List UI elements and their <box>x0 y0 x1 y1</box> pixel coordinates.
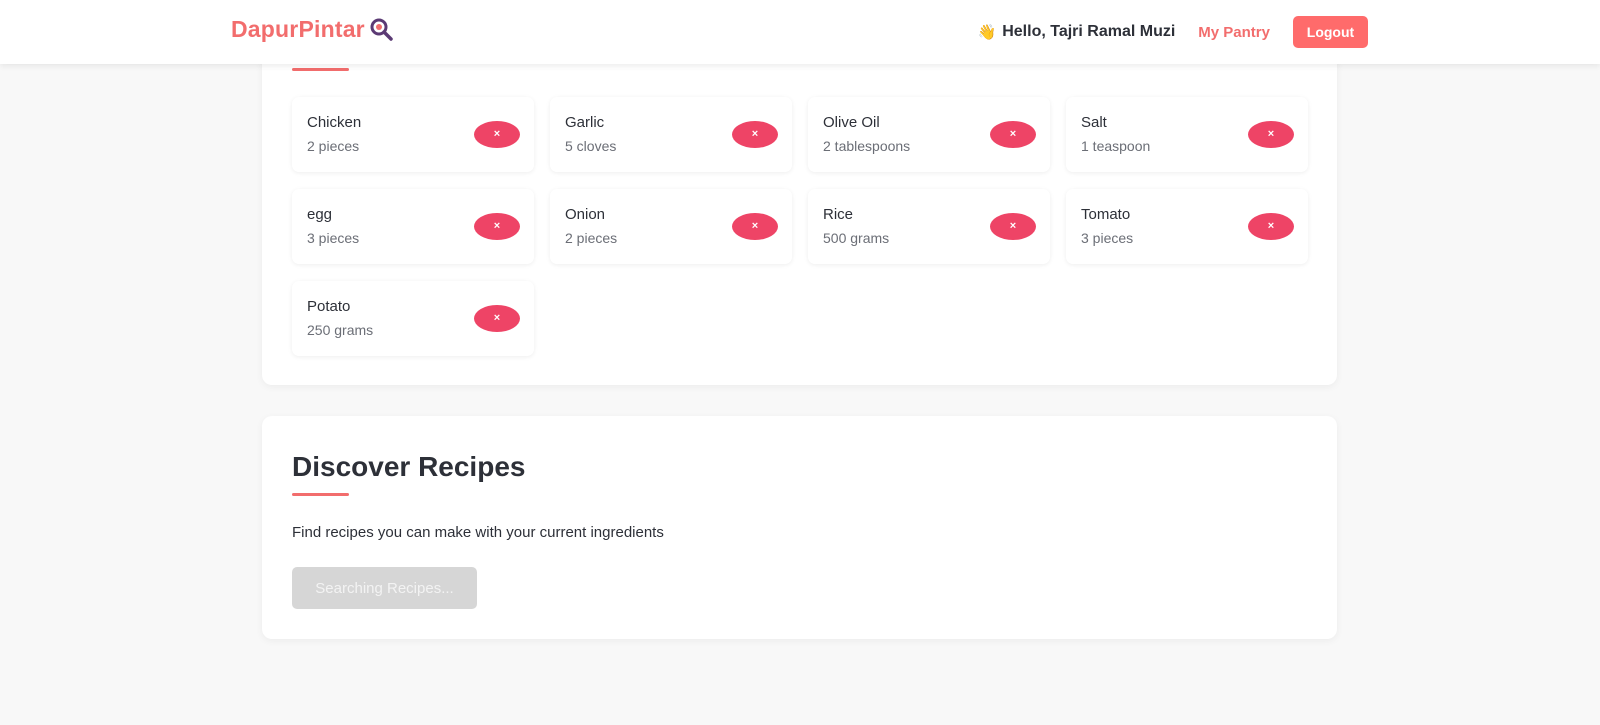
waving-hand-icon: 👋 <box>977 24 997 41</box>
ingredient-card: Tomato 3 pieces × <box>1066 189 1308 264</box>
ingredient-name: Onion <box>565 206 606 223</box>
ingredient-card: Garlic 5 cloves × <box>550 97 792 172</box>
remove-ingredient-button[interactable]: × <box>1248 213 1294 240</box>
close-icon: × <box>493 128 501 140</box>
remove-ingredient-button[interactable]: × <box>990 121 1036 148</box>
ingredient-card: Salt 1 teaspoon × <box>1066 97 1308 172</box>
ingredient-name: Chicken <box>307 114 362 131</box>
ingredient-quantity: 3 pieces <box>1081 230 1134 246</box>
ingredient-card: Rice 500 grams × <box>808 189 1050 264</box>
ingredient-quantity: 1 teaspoon <box>1081 138 1151 154</box>
user-greeting: 👋 Hello, Tajri Ramal Muzi <box>978 23 1176 41</box>
ingredient-card: Potato 250 grams × <box>292 281 534 356</box>
ingredient-quantity: 5 cloves <box>565 138 617 154</box>
ingredient-name: Salt <box>1081 114 1107 131</box>
ingredient-quantity: 3 pieces <box>307 230 360 246</box>
logout-button[interactable]: Logout <box>1293 16 1368 48</box>
ingredient-name: Rice <box>823 206 854 223</box>
ingredient-grid: Chicken 2 pieces × Garlic 5 cloves × Olive Oil… <box>292 97 1308 356</box>
remove-ingredient-button[interactable]: × <box>1248 121 1294 148</box>
ingredient-card: Onion 2 pieces × <box>550 189 792 264</box>
remove-ingredient-button[interactable]: × <box>474 121 520 148</box>
ingredient-card: Chicken 2 pieces × <box>292 97 534 172</box>
greeting-text: Hello, Tajri Ramal Muzi <box>1002 23 1176 40</box>
discover-title: Discover Recipes <box>292 451 526 482</box>
ingredient-name: egg <box>307 206 333 223</box>
close-icon: × <box>1009 128 1017 140</box>
discover-title-underline <box>292 493 349 496</box>
ingredient-card: Olive Oil 2 tablespoons × <box>808 97 1050 172</box>
ingredient-quantity: 2 pieces <box>565 230 618 246</box>
remove-ingredient-button[interactable]: × <box>732 121 778 148</box>
ingredient-card: egg 3 pieces × <box>292 189 534 264</box>
close-icon: × <box>1267 220 1275 232</box>
remove-ingredient-button[interactable]: × <box>732 213 778 240</box>
my-pantry-link[interactable]: My Pantry <box>1198 24 1270 41</box>
search-recipes-button[interactable]: Searching Recipes... <box>292 567 477 609</box>
ingredient-quantity: 250 grams <box>307 322 374 338</box>
ingredient-quantity: 2 pieces <box>307 138 360 154</box>
close-icon: × <box>493 312 501 324</box>
close-icon: × <box>751 128 759 140</box>
nav-actions: 👋 Hello, Tajri Ramal Muzi My Pantry Logo… <box>978 16 1368 48</box>
close-icon: × <box>1267 128 1275 140</box>
remove-ingredient-button[interactable]: × <box>990 213 1036 240</box>
ingredient-name: Olive Oil <box>823 114 880 131</box>
remove-ingredient-button[interactable]: × <box>474 213 520 240</box>
close-icon: × <box>751 220 759 232</box>
remove-ingredient-button[interactable]: × <box>474 305 520 332</box>
ingredient-quantity: 500 grams <box>823 230 890 246</box>
ingredient-name: Tomato <box>1081 206 1131 223</box>
discover-recipes-card: Discover Recipes Find recipes you can ma… <box>262 416 1337 639</box>
ingredient-name: Potato <box>307 298 351 315</box>
brand-name: DapurPintar <box>231 16 365 42</box>
navbar: DapurPintar 👋 Hello, Tajri Ramal Muzi My… <box>0 0 1600 64</box>
ingredient-name: Garlic <box>565 114 605 131</box>
brand-logo[interactable]: DapurPintar <box>231 16 395 43</box>
pantry-title-underline <box>292 68 349 71</box>
ingredient-quantity: 2 tablespoons <box>823 138 911 154</box>
discover-description: Find recipes you can make with your curr… <box>292 524 664 541</box>
search-magnifier-icon <box>369 17 395 43</box>
close-icon: × <box>493 220 501 232</box>
close-icon: × <box>1009 220 1017 232</box>
